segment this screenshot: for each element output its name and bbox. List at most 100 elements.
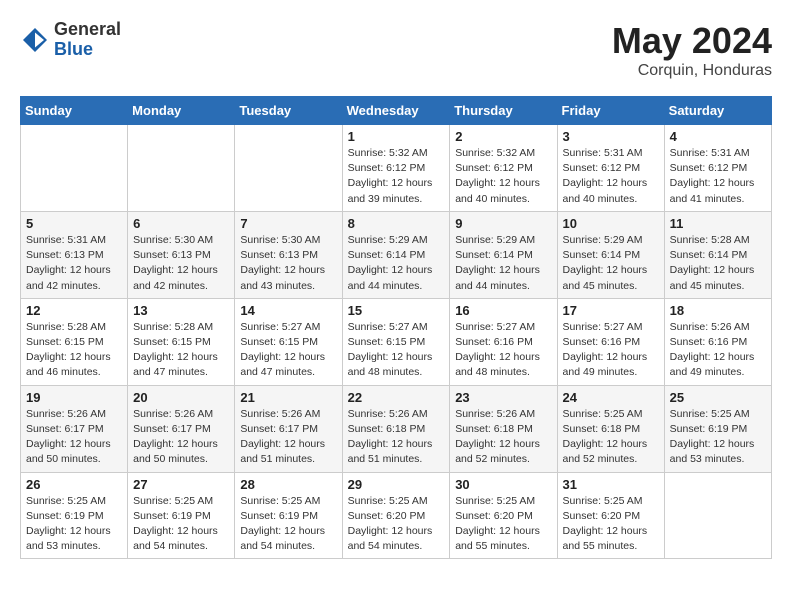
day-number: 1	[348, 129, 445, 144]
day-info: Sunrise: 5:25 AM Sunset: 6:18 PM Dayligh…	[563, 407, 659, 468]
day-cell	[235, 125, 342, 212]
day-info: Sunrise: 5:32 AM Sunset: 6:12 PM Dayligh…	[348, 146, 445, 207]
day-number: 11	[670, 216, 766, 231]
title-block: May 2024 Corquin, Honduras	[612, 20, 772, 80]
calendar-body: 1 Sunrise: 5:32 AM Sunset: 6:12 PM Daylig…	[21, 125, 772, 559]
day-cell: 5 Sunrise: 5:31 AM Sunset: 6:13 PM Daylig…	[21, 211, 128, 298]
day-cell	[664, 472, 771, 559]
day-number: 21	[240, 390, 336, 405]
day-cell: 16 Sunrise: 5:27 AM Sunset: 6:16 PM Dayli…	[450, 298, 557, 385]
day-cell: 14 Sunrise: 5:27 AM Sunset: 6:15 PM Dayli…	[235, 298, 342, 385]
day-number: 10	[563, 216, 659, 231]
day-cell	[21, 125, 128, 212]
day-cell: 6 Sunrise: 5:30 AM Sunset: 6:13 PM Daylig…	[128, 211, 235, 298]
day-number: 16	[455, 303, 551, 318]
day-info: Sunrise: 5:25 AM Sunset: 6:19 PM Dayligh…	[670, 407, 766, 468]
day-cell: 15 Sunrise: 5:27 AM Sunset: 6:15 PM Dayli…	[342, 298, 450, 385]
day-cell: 23 Sunrise: 5:26 AM Sunset: 6:18 PM Dayli…	[450, 385, 557, 472]
day-info: Sunrise: 5:26 AM Sunset: 6:17 PM Dayligh…	[133, 407, 229, 468]
location: Corquin, Honduras	[612, 62, 772, 80]
day-number: 23	[455, 390, 551, 405]
day-info: Sunrise: 5:25 AM Sunset: 6:19 PM Dayligh…	[133, 494, 229, 555]
page-header: General Blue May 2024 Corquin, Honduras	[20, 20, 772, 80]
day-info: Sunrise: 5:25 AM Sunset: 6:20 PM Dayligh…	[455, 494, 551, 555]
day-cell: 19 Sunrise: 5:26 AM Sunset: 6:17 PM Dayli…	[21, 385, 128, 472]
day-number: 14	[240, 303, 336, 318]
month-year: May 2024	[612, 20, 772, 62]
day-number: 4	[670, 129, 766, 144]
week-row-4: 19 Sunrise: 5:26 AM Sunset: 6:17 PM Dayli…	[21, 385, 772, 472]
day-cell: 8Sunrise: 5:29 AM Sunset: 6:14 PM Daylig…	[342, 211, 450, 298]
day-info: Sunrise: 5:30 AM Sunset: 6:13 PM Dayligh…	[133, 233, 229, 294]
day-number: 26	[26, 477, 122, 492]
day-number: 31	[563, 477, 659, 492]
logo: General Blue	[20, 20, 121, 60]
day-number: 8	[348, 216, 445, 231]
day-number: 7	[240, 216, 336, 231]
day-number: 17	[563, 303, 659, 318]
day-info: Sunrise: 5:27 AM Sunset: 6:16 PM Dayligh…	[455, 320, 551, 381]
day-info: Sunrise: 5:31 AM Sunset: 6:13 PM Dayligh…	[26, 233, 122, 294]
day-cell: 26 Sunrise: 5:25 AM Sunset: 6:19 PM Dayli…	[21, 472, 128, 559]
day-info: Sunrise: 5:25 AM Sunset: 6:20 PM Dayligh…	[348, 494, 445, 555]
day-cell: 11 Sunrise: 5:28 AM Sunset: 6:14 PM Dayli…	[664, 211, 771, 298]
day-number: 13	[133, 303, 229, 318]
day-cell: 3 Sunrise: 5:31 AM Sunset: 6:12 PM Daylig…	[557, 125, 664, 212]
day-info: Sunrise: 5:31 AM Sunset: 6:12 PM Dayligh…	[563, 146, 659, 207]
header-cell-wednesday: Wednesday	[342, 97, 450, 125]
day-info: Sunrise: 5:25 AM Sunset: 6:19 PM Dayligh…	[26, 494, 122, 555]
header-row: SundayMondayTuesdayWednesdayThursdayFrid…	[21, 97, 772, 125]
header-cell-monday: Monday	[128, 97, 235, 125]
day-number: 24	[563, 390, 659, 405]
day-cell: 28 Sunrise: 5:25 AM Sunset: 6:19 PM Dayli…	[235, 472, 342, 559]
day-number: 6	[133, 216, 229, 231]
day-cell: 27 Sunrise: 5:25 AM Sunset: 6:19 PM Dayli…	[128, 472, 235, 559]
day-number: 2	[455, 129, 551, 144]
day-cell: 9Sunrise: 5:29 AM Sunset: 6:14 PM Daylig…	[450, 211, 557, 298]
day-number: 5	[26, 216, 122, 231]
day-info: Sunrise: 5:27 AM Sunset: 6:15 PM Dayligh…	[348, 320, 445, 381]
day-cell: 1 Sunrise: 5:32 AM Sunset: 6:12 PM Daylig…	[342, 125, 450, 212]
logo-icon	[20, 25, 50, 55]
day-number: 9	[455, 216, 551, 231]
header-cell-friday: Friday	[557, 97, 664, 125]
day-info: Sunrise: 5:32 AM Sunset: 6:12 PM Dayligh…	[455, 146, 551, 207]
day-cell: 7Sunrise: 5:30 AM Sunset: 6:13 PM Daylig…	[235, 211, 342, 298]
day-number: 3	[563, 129, 659, 144]
day-info: Sunrise: 5:28 AM Sunset: 6:15 PM Dayligh…	[133, 320, 229, 381]
day-cell: 12Sunrise: 5:28 AM Sunset: 6:15 PM Dayli…	[21, 298, 128, 385]
day-cell: 10 Sunrise: 5:29 AM Sunset: 6:14 PM Dayli…	[557, 211, 664, 298]
day-info: Sunrise: 5:29 AM Sunset: 6:14 PM Dayligh…	[563, 233, 659, 294]
day-cell: 13 Sunrise: 5:28 AM Sunset: 6:15 PM Dayli…	[128, 298, 235, 385]
header-cell-thursday: Thursday	[450, 97, 557, 125]
calendar-header: SundayMondayTuesdayWednesdayThursdayFrid…	[21, 97, 772, 125]
day-cell: 18Sunrise: 5:26 AM Sunset: 6:16 PM Dayli…	[664, 298, 771, 385]
day-info: Sunrise: 5:26 AM Sunset: 6:18 PM Dayligh…	[455, 407, 551, 468]
day-number: 18	[670, 303, 766, 318]
day-number: 12	[26, 303, 122, 318]
day-number: 25	[670, 390, 766, 405]
header-cell-sunday: Sunday	[21, 97, 128, 125]
day-number: 28	[240, 477, 336, 492]
day-info: Sunrise: 5:27 AM Sunset: 6:15 PM Dayligh…	[240, 320, 336, 381]
day-number: 19	[26, 390, 122, 405]
logo-blue: Blue	[54, 40, 121, 60]
header-cell-tuesday: Tuesday	[235, 97, 342, 125]
day-number: 27	[133, 477, 229, 492]
day-info: Sunrise: 5:25 AM Sunset: 6:20 PM Dayligh…	[563, 494, 659, 555]
day-info: Sunrise: 5:28 AM Sunset: 6:14 PM Dayligh…	[670, 233, 766, 294]
day-number: 15	[348, 303, 445, 318]
day-cell: 31 Sunrise: 5:25 AM Sunset: 6:20 PM Dayli…	[557, 472, 664, 559]
day-cell: 21 Sunrise: 5:26 AM Sunset: 6:17 PM Dayli…	[235, 385, 342, 472]
day-info: Sunrise: 5:26 AM Sunset: 6:18 PM Dayligh…	[348, 407, 445, 468]
day-info: Sunrise: 5:31 AM Sunset: 6:12 PM Dayligh…	[670, 146, 766, 207]
day-info: Sunrise: 5:26 AM Sunset: 6:17 PM Dayligh…	[26, 407, 122, 468]
day-cell: 24 Sunrise: 5:25 AM Sunset: 6:18 PM Dayli…	[557, 385, 664, 472]
day-cell: 30 Sunrise: 5:25 AM Sunset: 6:20 PM Dayli…	[450, 472, 557, 559]
day-info: Sunrise: 5:26 AM Sunset: 6:17 PM Dayligh…	[240, 407, 336, 468]
day-info: Sunrise: 5:25 AM Sunset: 6:19 PM Dayligh…	[240, 494, 336, 555]
week-row-3: 12 Sunrise: 5:28 AM Sunset: 6:15 PM Dayli…	[21, 298, 772, 385]
day-cell: 25 Sunrise: 5:25 AM Sunset: 6:19 PM Dayli…	[664, 385, 771, 472]
header-cell-saturday: Saturday	[664, 97, 771, 125]
day-number: 30	[455, 477, 551, 492]
